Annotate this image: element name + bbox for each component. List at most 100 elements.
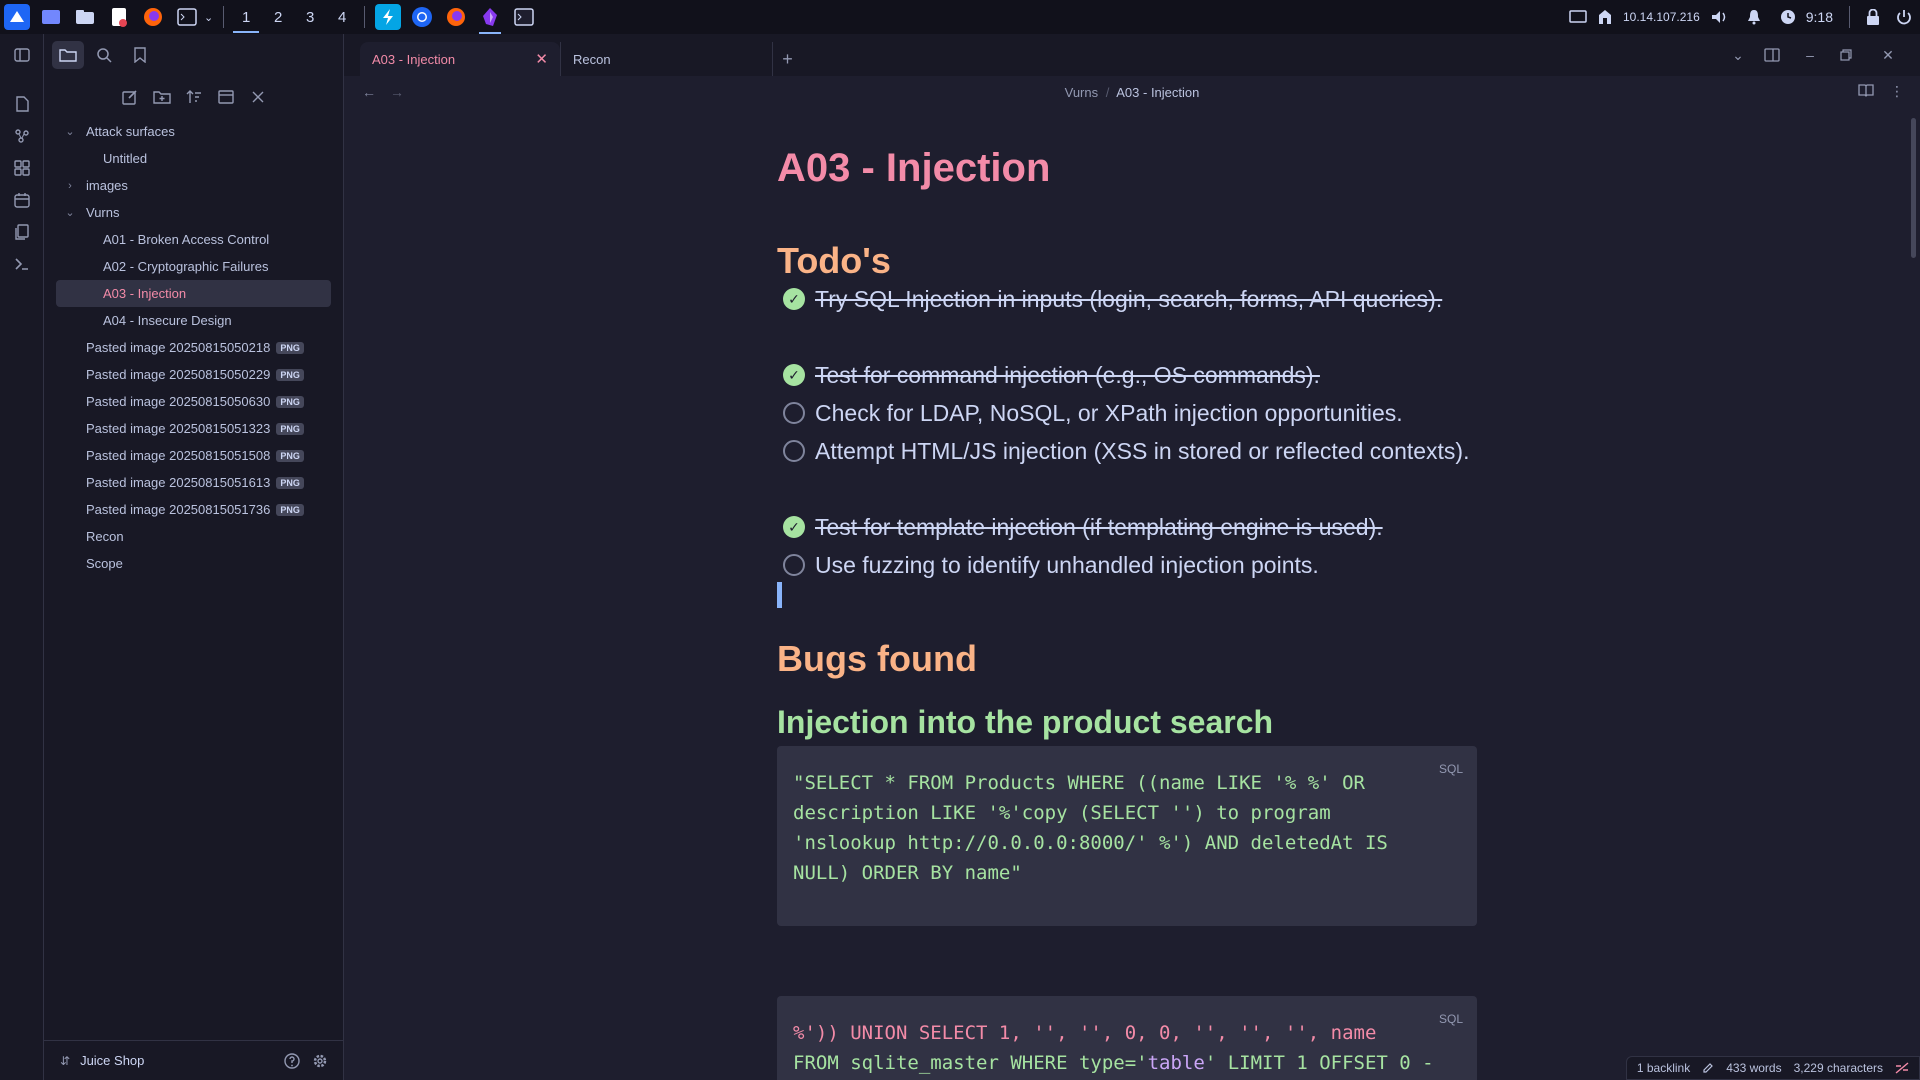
task-text[interactable]: Check for LDAP, NoSQL, or XPath injectio… — [815, 396, 1477, 430]
heading-injection-product-search[interactable]: Injection into the product search — [777, 704, 1273, 741]
screen-icon[interactable] — [1569, 10, 1587, 24]
volume-icon[interactable] — [1710, 9, 1728, 25]
file-pasted-image[interactable]: Pasted image 20250815050218 PNG — [56, 334, 331, 361]
workspace-4[interactable]: 4 — [326, 0, 358, 34]
file-pasted-image[interactable]: Pasted image 20250815051736 PNG — [56, 496, 331, 523]
checked-checkbox-icon[interactable]: ✓ — [783, 516, 805, 538]
firefox-icon[interactable] — [140, 4, 166, 30]
pencil-icon[interactable] — [1702, 1062, 1714, 1074]
workspace-1[interactable]: 1 — [230, 0, 262, 34]
tab-list-chevron-icon[interactable]: ⌄ — [1724, 42, 1752, 68]
breadcrumb-current[interactable]: A03 - Injection — [1116, 85, 1199, 100]
file-untitled[interactable]: Untitled — [56, 145, 331, 172]
bookmark-icon[interactable] — [124, 41, 156, 69]
task-item[interactable]: ✓ Test for template injection (if templa… — [777, 510, 1477, 544]
file-a02[interactable]: A02 - Cryptographic Failures — [56, 253, 331, 280]
file-a01[interactable]: A01 - Broken Access Control — [56, 226, 331, 253]
scrollbar[interactable] — [1911, 118, 1916, 258]
task-item[interactable]: ✓ Test for command injection (e.g., OS c… — [777, 358, 1477, 392]
sync-error-icon[interactable] — [1895, 1062, 1909, 1074]
new-tab-plus-icon[interactable]: + — [772, 42, 802, 76]
bell-icon[interactable] — [1746, 9, 1762, 25]
auto-reveal-icon[interactable] — [216, 87, 236, 107]
file-type-badge: PNG — [276, 395, 304, 408]
new-note-icon[interactable] — [120, 87, 140, 107]
heading-bugs-found[interactable]: Bugs found — [777, 638, 977, 680]
breadcrumb-parent[interactable]: Vurns — [1065, 85, 1098, 100]
command-palette-icon[interactable] — [0, 248, 44, 280]
unchecked-checkbox-icon[interactable] — [783, 402, 805, 424]
templates-icon[interactable] — [0, 216, 44, 248]
terminal-window-icon[interactable] — [511, 4, 537, 30]
folder-vurns[interactable]: ⌄ Vurns — [56, 199, 331, 226]
task-item[interactable]: ✓ Try SQL Injection in inputs (login, se… — [777, 282, 1477, 316]
file-recon[interactable]: Recon — [56, 523, 331, 550]
lock-icon[interactable] — [1866, 9, 1880, 25]
workspace-2[interactable]: 2 — [262, 0, 294, 34]
power-icon[interactable] — [1896, 9, 1912, 25]
files-tab-folder-icon[interactable] — [52, 41, 84, 69]
task-item[interactable]: Check for LDAP, NoSQL, or XPath injectio… — [777, 396, 1477, 430]
file-pasted-image[interactable]: Pasted image 20250815050630 PNG — [56, 388, 331, 415]
heading-todos[interactable]: Todo's — [777, 240, 891, 282]
task-text[interactable]: Test for command injection (e.g., OS com… — [815, 358, 1477, 392]
file-pasted-image[interactable]: Pasted image 20250815050229 PNG — [56, 361, 331, 388]
desktop-icon[interactable] — [38, 4, 64, 30]
chevron-down-icon[interactable]: ⌄ — [204, 11, 213, 24]
minimize-icon[interactable]: – — [1796, 42, 1824, 68]
task-text[interactable]: Try SQL Injection in inputs (login, sear… — [815, 282, 1477, 316]
file-a03-active[interactable]: A03 - Injection — [56, 280, 331, 307]
file-pasted-image[interactable]: Pasted image 20250815051323 PNG — [56, 415, 331, 442]
note-title[interactable]: A03 - Injection — [777, 146, 1050, 191]
chromium-icon[interactable] — [409, 4, 435, 30]
task-text[interactable]: Use fuzzing to identify unhandled inject… — [815, 548, 1477, 582]
file-manager-icon[interactable] — [72, 4, 98, 30]
taskbar-separator — [364, 6, 366, 28]
file-a04[interactable]: A04 - Insecure Design — [56, 307, 331, 334]
code-block[interactable]: SQL %')) UNION SELECT 1, '', '', 0, 0, '… — [777, 996, 1477, 1080]
checked-checkbox-icon[interactable]: ✓ — [783, 364, 805, 386]
reading-view-book-icon[interactable] — [1858, 83, 1874, 97]
checked-checkbox-icon[interactable]: ✓ — [783, 288, 805, 310]
launcher-icon[interactable] — [4, 4, 30, 30]
firefox-window-icon[interactable] — [443, 4, 469, 30]
file-pasted-image[interactable]: Pasted image 20250815051613 PNG — [56, 469, 331, 496]
file-pasted-image[interactable]: Pasted image 20250815051508 PNG — [56, 442, 331, 469]
unchecked-checkbox-icon[interactable] — [783, 554, 805, 576]
unchecked-checkbox-icon[interactable] — [783, 440, 805, 462]
open-quick-switcher-icon[interactable] — [0, 88, 44, 120]
tab-recon[interactable]: Recon — [560, 42, 760, 76]
lightning-app-icon[interactable] — [375, 4, 402, 30]
task-item[interactable]: Attempt HTML/JS injection (XSS in stored… — [777, 434, 1477, 468]
text-editor-icon[interactable] — [106, 4, 132, 30]
task-item[interactable]: Use fuzzing to identify unhandled inject… — [777, 548, 1477, 582]
sort-icon[interactable] — [184, 87, 204, 107]
file-scope[interactable]: Scope — [56, 550, 331, 577]
code-block[interactable]: SQL "SELECT * FROM Products WHERE ((name… — [777, 746, 1477, 926]
backlink-count[interactable]: 1 backlink — [1637, 1061, 1690, 1075]
vpn-icon[interactable] — [1597, 9, 1613, 25]
help-icon[interactable] — [284, 1052, 300, 1069]
terminal-icon[interactable] — [174, 4, 200, 30]
daily-note-icon[interactable] — [0, 184, 44, 216]
folder-attack-surfaces[interactable]: ⌄ Attack surfaces — [56, 118, 331, 145]
tab-a03-injection[interactable]: A03 - Injection ✕ — [360, 42, 560, 76]
obsidian-icon[interactable] — [477, 4, 503, 34]
task-text[interactable]: Attempt HTML/JS injection (XSS in stored… — [815, 434, 1477, 468]
task-text[interactable]: Test for template injection (if templati… — [815, 510, 1477, 544]
more-options-icon[interactable]: ⋮ — [1890, 83, 1904, 100]
search-icon[interactable] — [88, 41, 120, 69]
sidebar-toggle-icon[interactable] — [0, 34, 44, 76]
graph-view-icon[interactable] — [0, 120, 44, 152]
workspace-3[interactable]: 3 — [294, 0, 326, 34]
canvas-icon[interactable] — [0, 152, 44, 184]
new-folder-icon[interactable] — [152, 87, 172, 107]
folder-images[interactable]: › images — [56, 172, 331, 199]
vault-switcher[interactable]: ⇵ Juice Shop — [60, 1053, 284, 1068]
restore-icon[interactable] — [1832, 42, 1860, 68]
close-icon[interactable]: ✕ — [535, 50, 548, 68]
close-window-icon[interactable]: ✕ — [1874, 42, 1902, 68]
gear-icon[interactable] — [312, 1053, 328, 1069]
split-view-icon[interactable] — [1758, 42, 1786, 68]
collapse-all-icon[interactable] — [248, 87, 268, 107]
